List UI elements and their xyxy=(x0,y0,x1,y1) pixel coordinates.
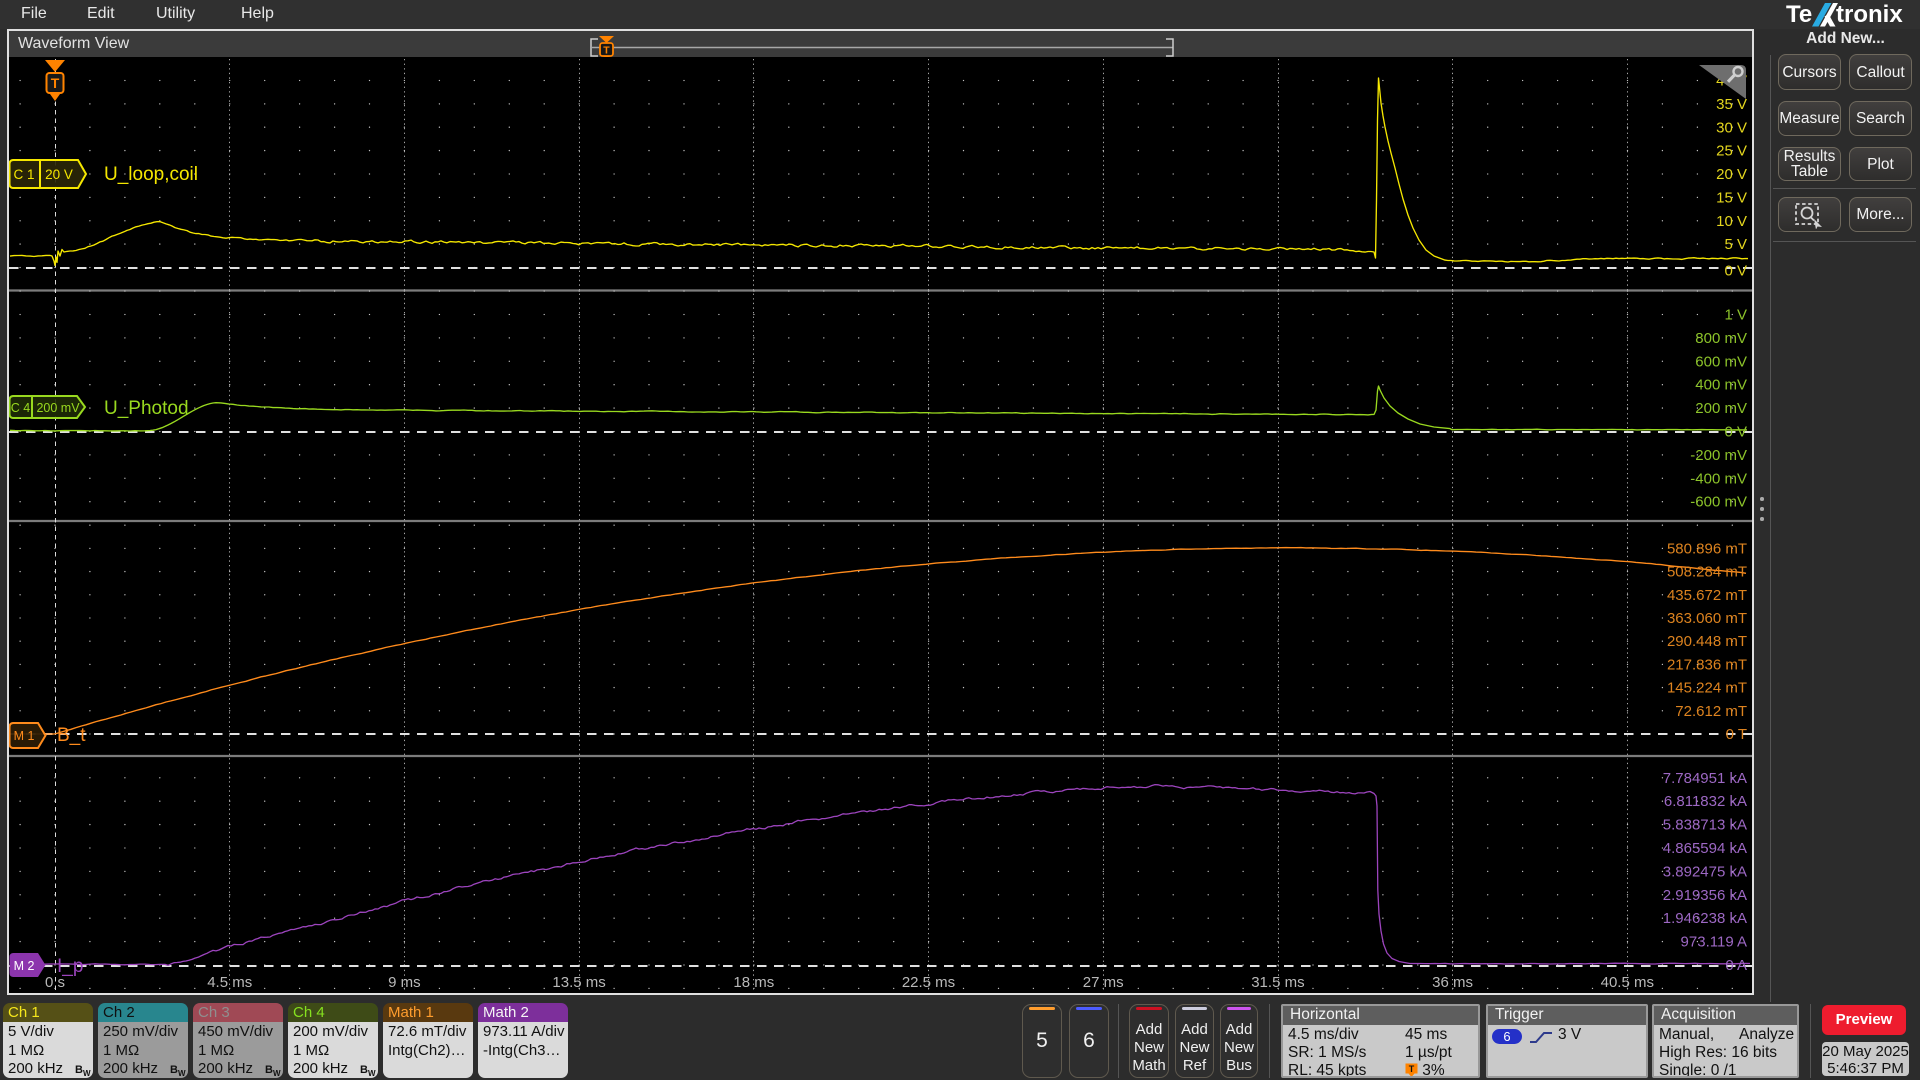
svg-text:U_loop,coil: U_loop,coil xyxy=(104,164,198,185)
svg-text:M 2: M 2 xyxy=(14,959,35,973)
svg-text:I_p: I_p xyxy=(57,956,83,977)
svg-text:290.448 mT: 290.448 mT xyxy=(1667,633,1747,650)
svg-text:18 ms: 18 ms xyxy=(733,974,774,991)
svg-text:15 V: 15 V xyxy=(1716,189,1747,206)
svg-text:22.5 ms: 22.5 ms xyxy=(902,974,955,991)
svg-text:600 mV: 600 mV xyxy=(1695,353,1747,370)
svg-text:T: T xyxy=(603,45,610,57)
svg-text:9 ms: 9 ms xyxy=(388,974,421,991)
svg-text:5.838713 kA: 5.838713 kA xyxy=(1663,817,1747,834)
svg-text:4.5 ms: 4.5 ms xyxy=(207,974,252,991)
svg-text:363.060 mT: 363.060 mT xyxy=(1667,610,1747,627)
svg-text:200 mV: 200 mV xyxy=(1695,400,1747,417)
svg-text:435.672 mT: 435.672 mT xyxy=(1667,587,1747,604)
svg-text:0 T: 0 T xyxy=(1726,726,1747,743)
svg-text:1 V: 1 V xyxy=(1724,307,1747,324)
svg-text:-600 mV: -600 mV xyxy=(1690,494,1747,511)
svg-text:36 ms: 36 ms xyxy=(1432,974,1473,991)
svg-text:580.896 mT: 580.896 mT xyxy=(1667,540,1747,557)
svg-text:145.224 mT: 145.224 mT xyxy=(1667,680,1747,697)
svg-text:27 ms: 27 ms xyxy=(1083,974,1124,991)
svg-text:C 4: C 4 xyxy=(11,401,31,415)
svg-text:-200 mV: -200 mV xyxy=(1690,447,1747,464)
svg-text:0 A: 0 A xyxy=(1725,957,1747,974)
svg-text:400 mV: 400 mV xyxy=(1695,377,1747,394)
svg-text:20 V: 20 V xyxy=(1716,166,1747,183)
svg-text:20 V: 20 V xyxy=(45,167,73,182)
svg-text:30 V: 30 V xyxy=(1716,119,1747,136)
svg-text:40.5 ms: 40.5 ms xyxy=(1601,974,1654,991)
svg-text:800 mV: 800 mV xyxy=(1695,330,1747,347)
svg-text:1.946238 kA: 1.946238 kA xyxy=(1663,910,1747,927)
svg-text:217.836 mT: 217.836 mT xyxy=(1667,656,1747,673)
svg-text:10 V: 10 V xyxy=(1716,213,1747,230)
svg-text:200 mV: 200 mV xyxy=(36,401,80,415)
svg-text:C 1: C 1 xyxy=(13,167,34,182)
svg-text:35 V: 35 V xyxy=(1716,96,1747,113)
svg-text:13.5 ms: 13.5 ms xyxy=(552,974,605,991)
svg-text:2.919356 kA: 2.919356 kA xyxy=(1663,887,1747,904)
svg-text:-400 mV: -400 mV xyxy=(1690,470,1747,487)
svg-text:5 V: 5 V xyxy=(1724,236,1747,253)
svg-text:72.612 mT: 72.612 mT xyxy=(1675,703,1747,720)
svg-text:3.892475 kA: 3.892475 kA xyxy=(1663,863,1747,880)
svg-text:25 V: 25 V xyxy=(1716,143,1747,160)
svg-text:4.865594 kA: 4.865594 kA xyxy=(1663,840,1747,857)
svg-text:31.5 ms: 31.5 ms xyxy=(1251,974,1304,991)
svg-text:T: T xyxy=(51,75,60,91)
svg-text:7.784951 kA: 7.784951 kA xyxy=(1663,770,1747,787)
svg-text:T: T xyxy=(1409,1064,1415,1074)
svg-text:U_Photod: U_Photod xyxy=(104,398,189,419)
svg-text:B_t: B_t xyxy=(57,725,86,746)
svg-text:508.284 mT: 508.284 mT xyxy=(1667,564,1747,581)
svg-text:0 V: 0 V xyxy=(1724,263,1747,280)
svg-text:0 V: 0 V xyxy=(1724,424,1747,441)
svg-text:6.811832 kA: 6.811832 kA xyxy=(1664,793,1747,810)
svg-text:M 1: M 1 xyxy=(14,729,35,743)
svg-text:973.119 A: 973.119 A xyxy=(1681,934,1747,951)
